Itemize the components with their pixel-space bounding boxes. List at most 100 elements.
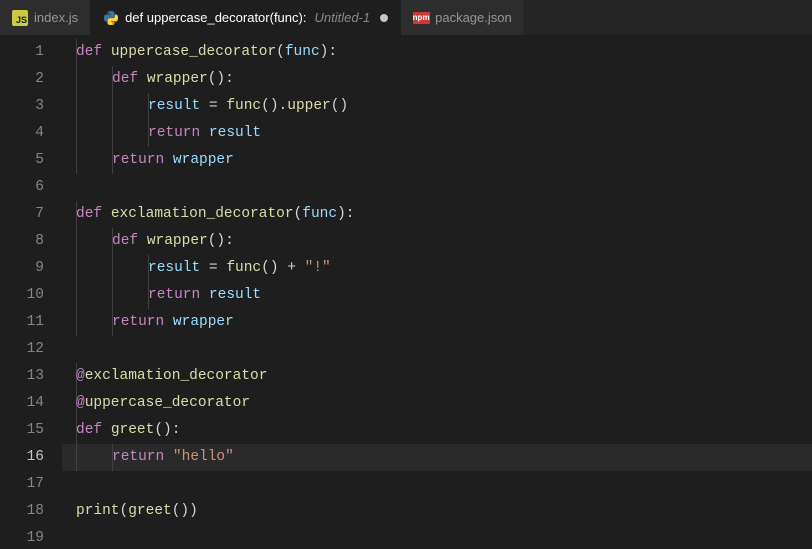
token-fn: uppercase_decorator xyxy=(111,44,276,60)
line-number: 3 xyxy=(0,93,44,120)
token-fn: greet xyxy=(111,422,155,438)
token-punc: (): xyxy=(154,422,180,438)
token-op: + xyxy=(279,260,305,276)
code-line[interactable]: print(greet()) xyxy=(62,498,812,525)
code-text: print(greet()) xyxy=(62,498,198,525)
line-number: 18 xyxy=(0,498,44,525)
token-var: wrapper xyxy=(173,314,234,330)
code-line[interactable]: def uppercase_decorator(func): xyxy=(62,39,812,66)
code-line[interactable]: return result xyxy=(62,282,812,309)
line-number: 8 xyxy=(0,228,44,255)
code-line[interactable] xyxy=(62,471,812,498)
tab-bar: JS index.js def uppercase_decorator(func):… xyxy=(0,0,812,35)
code-line[interactable]: def wrapper(): xyxy=(62,228,812,255)
token-fn: wrapper xyxy=(147,233,208,249)
code-text: result = func() + "!" xyxy=(62,255,331,282)
token-punc: ()) xyxy=(172,503,198,519)
token-fn: greet xyxy=(128,503,172,519)
token-kw: def xyxy=(112,71,147,87)
code-line[interactable]: return "hello" xyxy=(62,444,812,471)
code-text: def wrapper(): xyxy=(62,66,234,93)
code-line[interactable]: @exclamation_decorator xyxy=(62,363,812,390)
line-number: 17 xyxy=(0,471,44,498)
token-var: result xyxy=(148,260,200,276)
token-punc: ( xyxy=(276,44,285,60)
token-kw: return xyxy=(148,287,209,303)
code-line[interactable]: result = func() + "!" xyxy=(62,255,812,282)
code-line[interactable]: return wrapper xyxy=(62,147,812,174)
line-number: 10 xyxy=(0,282,44,309)
code-line[interactable] xyxy=(62,336,812,363)
tab-subtitle: Untitled-1 xyxy=(314,10,370,25)
line-number: 14 xyxy=(0,390,44,417)
token-fn: func xyxy=(226,260,261,276)
token-deco: uppercase_decorator xyxy=(85,395,250,411)
token-punc: ( xyxy=(294,206,303,222)
line-number: 2 xyxy=(0,66,44,93)
token-fn: wrapper xyxy=(147,71,208,87)
line-number: 9 xyxy=(0,255,44,282)
code-text: def greet(): xyxy=(62,417,180,444)
code-line[interactable] xyxy=(62,525,812,549)
line-number: 15 xyxy=(0,417,44,444)
token-kw: def xyxy=(76,422,111,438)
tab-label: def uppercase_decorator(func): xyxy=(125,10,306,25)
line-number: 6 xyxy=(0,174,44,201)
code-area[interactable]: def uppercase_decorator(func):def wrappe… xyxy=(62,35,812,549)
editor[interactable]: 12345678910111213141516171819 def upperc… xyxy=(0,35,812,549)
token-deco: exclamation_decorator xyxy=(85,368,268,384)
code-text: return wrapper xyxy=(62,309,234,336)
line-number: 19 xyxy=(0,525,44,549)
line-number: 1 xyxy=(0,39,44,66)
code-text: return result xyxy=(62,282,261,309)
code-text: def wrapper(): xyxy=(62,228,234,255)
code-text: return result xyxy=(62,120,261,147)
token-fn: print xyxy=(76,503,120,519)
tab-label: index.js xyxy=(34,10,78,25)
token-kw: def xyxy=(76,206,111,222)
line-number-gutter: 12345678910111213141516171819 xyxy=(0,35,62,549)
code-line[interactable]: return wrapper xyxy=(62,309,812,336)
token-punc: ): xyxy=(320,44,337,60)
code-line[interactable]: def wrapper(): xyxy=(62,66,812,93)
token-fn: exclamation_decorator xyxy=(111,206,294,222)
token-fn: upper xyxy=(287,98,331,114)
token-var: result xyxy=(209,125,261,141)
code-text: return wrapper xyxy=(62,147,234,174)
npm-icon: npm xyxy=(413,10,429,26)
token-kw: def xyxy=(112,233,147,249)
token-kw: return xyxy=(112,152,173,168)
token-kw: return xyxy=(148,125,209,141)
token-var: func xyxy=(285,44,320,60)
token-var: wrapper xyxy=(173,152,234,168)
code-line[interactable]: def exclamation_decorator(func): xyxy=(62,201,812,228)
code-text: def uppercase_decorator(func): xyxy=(62,39,337,66)
javascript-icon: JS xyxy=(12,10,28,26)
line-number: 5 xyxy=(0,147,44,174)
tab-label: package.json xyxy=(435,10,512,25)
token-var: result xyxy=(209,287,261,303)
token-at: @ xyxy=(76,368,85,384)
code-line[interactable]: @uppercase_decorator xyxy=(62,390,812,417)
code-line[interactable] xyxy=(62,174,812,201)
tab-2[interactable]: npm package.json xyxy=(401,0,525,35)
line-number: 16 xyxy=(0,444,44,471)
token-var: func xyxy=(302,206,337,222)
token-kw: return xyxy=(112,314,173,330)
line-number: 11 xyxy=(0,309,44,336)
python-icon xyxy=(103,10,119,26)
code-text: return "hello" xyxy=(62,444,234,471)
dirty-indicator-icon xyxy=(380,14,388,22)
tab-1[interactable]: def uppercase_decorator(func): Untitled-1 xyxy=(91,0,401,35)
line-number: 7 xyxy=(0,201,44,228)
token-punc: () xyxy=(331,98,348,114)
line-number: 12 xyxy=(0,336,44,363)
code-line[interactable]: result = func().upper() xyxy=(62,93,812,120)
code-line[interactable]: def greet(): xyxy=(62,417,812,444)
code-text: result = func().upper() xyxy=(62,93,348,120)
code-line[interactable]: return result xyxy=(62,120,812,147)
tab-0[interactable]: JS index.js xyxy=(0,0,91,35)
token-fn: func xyxy=(226,98,261,114)
token-str: "hello" xyxy=(173,449,234,465)
token-op: = xyxy=(200,98,226,114)
